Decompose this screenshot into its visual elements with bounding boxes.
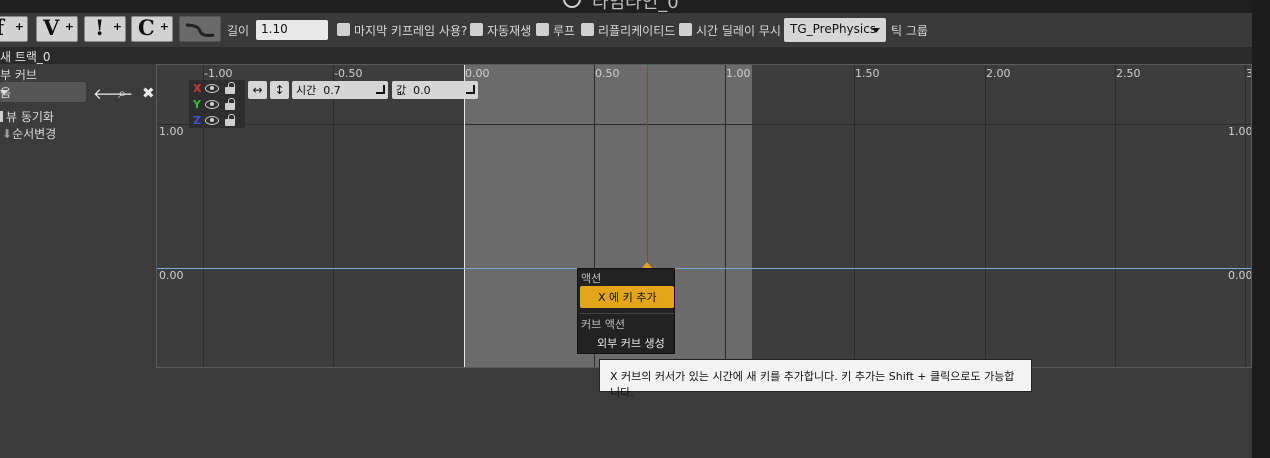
eye-icon[interactable] bbox=[205, 100, 219, 109]
x-axis-label: X bbox=[193, 82, 202, 95]
time-tick: 1.50 bbox=[855, 67, 880, 80]
value-label-top-right: 1.00 bbox=[1228, 125, 1252, 138]
add-float-track-button[interactable]: f+ bbox=[0, 16, 28, 42]
time-tick: 2.50 bbox=[1116, 67, 1141, 80]
close-icon[interactable]: ✖ bbox=[142, 84, 155, 102]
ignore-time-dilation-label: 시간 딜레이 무시 bbox=[696, 24, 781, 38]
lock-icon[interactable] bbox=[225, 98, 235, 110]
loop-label: 루프 bbox=[553, 24, 576, 38]
loop-checkbox[interactable] bbox=[536, 23, 549, 36]
replicated-checkbox[interactable] bbox=[581, 23, 594, 36]
time-tick: -1.00 bbox=[204, 67, 233, 80]
zero-time-line bbox=[464, 65, 465, 367]
value-label-zero-right: 0.00 bbox=[1228, 269, 1252, 282]
tick-group-label: 틱 그룹 bbox=[891, 24, 928, 38]
grid-line bbox=[1115, 65, 1116, 367]
sync-view-label[interactable]: 뷰 동기화 bbox=[0, 108, 54, 125]
chevron-down-icon bbox=[872, 28, 880, 33]
menu-divider bbox=[580, 313, 674, 314]
add-event-track-button[interactable]: ! + bbox=[84, 16, 126, 42]
curve-graph[interactable]: -1.00 -0.50 0.00 0.50 1.00 1.50 2.00 2.5… bbox=[156, 64, 1252, 368]
value-field[interactable]: 값 0.0 bbox=[392, 81, 478, 99]
lock-icon[interactable] bbox=[225, 82, 235, 94]
external-curve-select[interactable]: 음 bbox=[0, 82, 86, 102]
grid-line bbox=[333, 65, 334, 367]
search-icon[interactable]: ⌕ bbox=[118, 84, 126, 102]
replicated-label: 리플리케이티드 bbox=[598, 24, 676, 38]
playhead[interactable] bbox=[647, 65, 648, 267]
add-color-track-button[interactable]: C + bbox=[131, 16, 173, 42]
autoplay-label: 자동재생 bbox=[487, 24, 532, 38]
value-label-zero-left: 0.00 bbox=[159, 269, 184, 282]
tooltip: X 커브의 커서가 있는 시간에 새 키를 추가합니다. 키 추가는 Shift… bbox=[599, 359, 1032, 399]
create-external-curve-menu-item[interactable]: 외부 커브 생성 bbox=[579, 332, 675, 354]
grid-line bbox=[1245, 65, 1246, 367]
eye-icon[interactable] bbox=[205, 116, 219, 125]
arrow-down-icon: ⬇ bbox=[2, 127, 13, 141]
arrow-left-icon[interactable]: 🡐 bbox=[93, 84, 133, 103]
time-tick: -0.50 bbox=[334, 67, 363, 80]
context-section-actions: 액션 bbox=[581, 272, 602, 285]
x-curve[interactable] bbox=[157, 268, 1251, 269]
fit-vertical-icon[interactable]: ↕ bbox=[270, 81, 289, 99]
curve-visibility-panel: X Y Z bbox=[189, 80, 245, 128]
track-name: 새 트랙_0 bbox=[0, 50, 51, 64]
last-keyframe-label: 마지막 키프레임 사용? bbox=[354, 24, 468, 38]
add-key-menu-item[interactable]: X 에 키 추가 bbox=[580, 286, 674, 308]
z-axis-label: Z bbox=[193, 114, 201, 127]
title-bar: 타임라인_0 bbox=[0, 0, 1252, 13]
add-vector-track-button[interactable]: V + bbox=[36, 16, 78, 42]
add-external-curve-button[interactable] bbox=[179, 16, 221, 42]
reorder-label[interactable]: ⬇순서변경 bbox=[2, 125, 56, 142]
autoplay-checkbox[interactable] bbox=[470, 23, 483, 36]
chevron-down-icon bbox=[0, 90, 8, 95]
grid-line bbox=[725, 65, 726, 367]
ignore-time-dilation-checkbox[interactable] bbox=[679, 23, 692, 36]
length-label: 길이 bbox=[227, 24, 250, 38]
time-tick: 1.00 bbox=[726, 67, 751, 80]
expand-icon bbox=[376, 85, 385, 94]
grid-line bbox=[854, 65, 855, 367]
grid-line bbox=[157, 124, 1251, 125]
timeline-icon bbox=[563, 0, 581, 8]
time-tick: 0.50 bbox=[595, 67, 620, 80]
time-field[interactable]: 시간 0.7 bbox=[292, 81, 388, 99]
eye-icon[interactable] bbox=[205, 84, 219, 93]
curve-icon bbox=[185, 23, 215, 37]
tick-group-dropdown[interactable]: TG_PrePhysics bbox=[784, 18, 886, 42]
window-title: 타임라인_0 bbox=[592, 0, 679, 13]
external-curve-label: 부 커브 bbox=[0, 68, 37, 82]
fit-horizontal-icon[interactable]: ↔ bbox=[248, 81, 267, 99]
timeline-toolbar: f+ V+ !+ C+ 길이 1.10 마지막 키프레임 사용? 자동재생 루프… bbox=[0, 13, 1252, 46]
last-keyframe-checkbox[interactable] bbox=[337, 23, 350, 36]
value-label-top-left: 1.00 bbox=[159, 125, 184, 138]
lock-icon[interactable] bbox=[225, 114, 235, 126]
expand-icon bbox=[466, 85, 475, 94]
grid-line bbox=[985, 65, 986, 367]
time-tick: 2.00 bbox=[986, 67, 1011, 80]
track-header[interactable]: 새 트랙_0 bbox=[0, 47, 1252, 64]
y-axis-label: Y bbox=[193, 98, 201, 111]
right-panel-edge bbox=[1252, 0, 1270, 458]
context-section-curve-actions: 커브 액션 bbox=[581, 318, 625, 331]
context-menu: 액션 X 에 키 추가 커브 액션 외부 커브 생성 bbox=[577, 268, 675, 354]
time-tick: 0.00 bbox=[465, 67, 490, 80]
length-input[interactable]: 1.10 bbox=[256, 20, 328, 40]
time-tick: 3 bbox=[1246, 67, 1251, 80]
